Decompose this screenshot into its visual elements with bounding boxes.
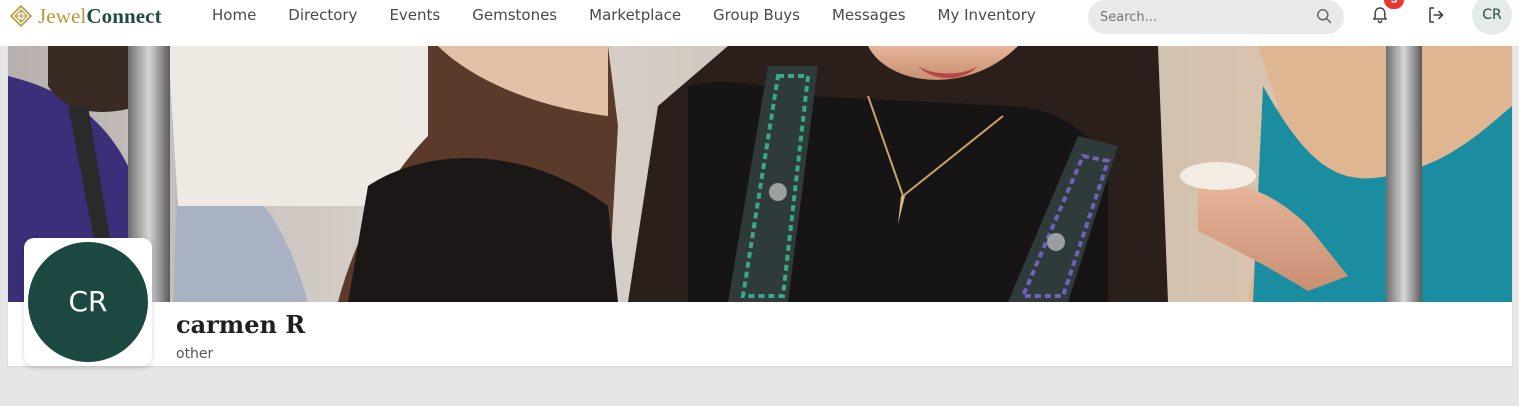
diamond-logo-icon (10, 5, 32, 27)
nav-link-home[interactable]: Home (212, 5, 256, 25)
nav-link-messages[interactable]: Messages (832, 5, 906, 25)
profile-name: carmen R (176, 310, 306, 339)
profile-avatar-frame: CR (24, 238, 152, 366)
nav-link-gemstones[interactable]: Gemstones (472, 5, 557, 25)
brand-name-part2: Connect (86, 4, 162, 28)
nav-link-my-inventory[interactable]: My Inventory (938, 5, 1036, 25)
brand-name: JewelConnect (38, 4, 162, 28)
top-navbar: JewelConnect Home Directory Events Gemst… (0, 0, 1519, 46)
profile-avatar: CR (28, 242, 148, 362)
profile-header-card: CR carmen R other (8, 46, 1512, 366)
search-icon[interactable] (1316, 8, 1332, 24)
main-nav: Home Directory Events Gemstones Marketpl… (212, 5, 1068, 25)
nav-link-directory[interactable]: Directory (288, 5, 357, 25)
bell-icon[interactable] (1370, 5, 1390, 25)
brand-logo[interactable]: JewelConnect (10, 4, 162, 28)
brand-name-part1: Jewel (38, 4, 87, 28)
search-input[interactable] (1100, 0, 1310, 34)
user-avatar-button[interactable]: CR (1472, 0, 1512, 35)
cover-photo (8, 46, 1512, 302)
nav-link-events[interactable]: Events (389, 5, 440, 25)
profile-role: other (176, 346, 214, 362)
nav-link-marketplace[interactable]: Marketplace (589, 5, 681, 25)
nav-link-group-buys[interactable]: Group Buys (713, 5, 800, 25)
logout-icon[interactable] (1426, 5, 1446, 25)
search-box (1088, 0, 1344, 34)
